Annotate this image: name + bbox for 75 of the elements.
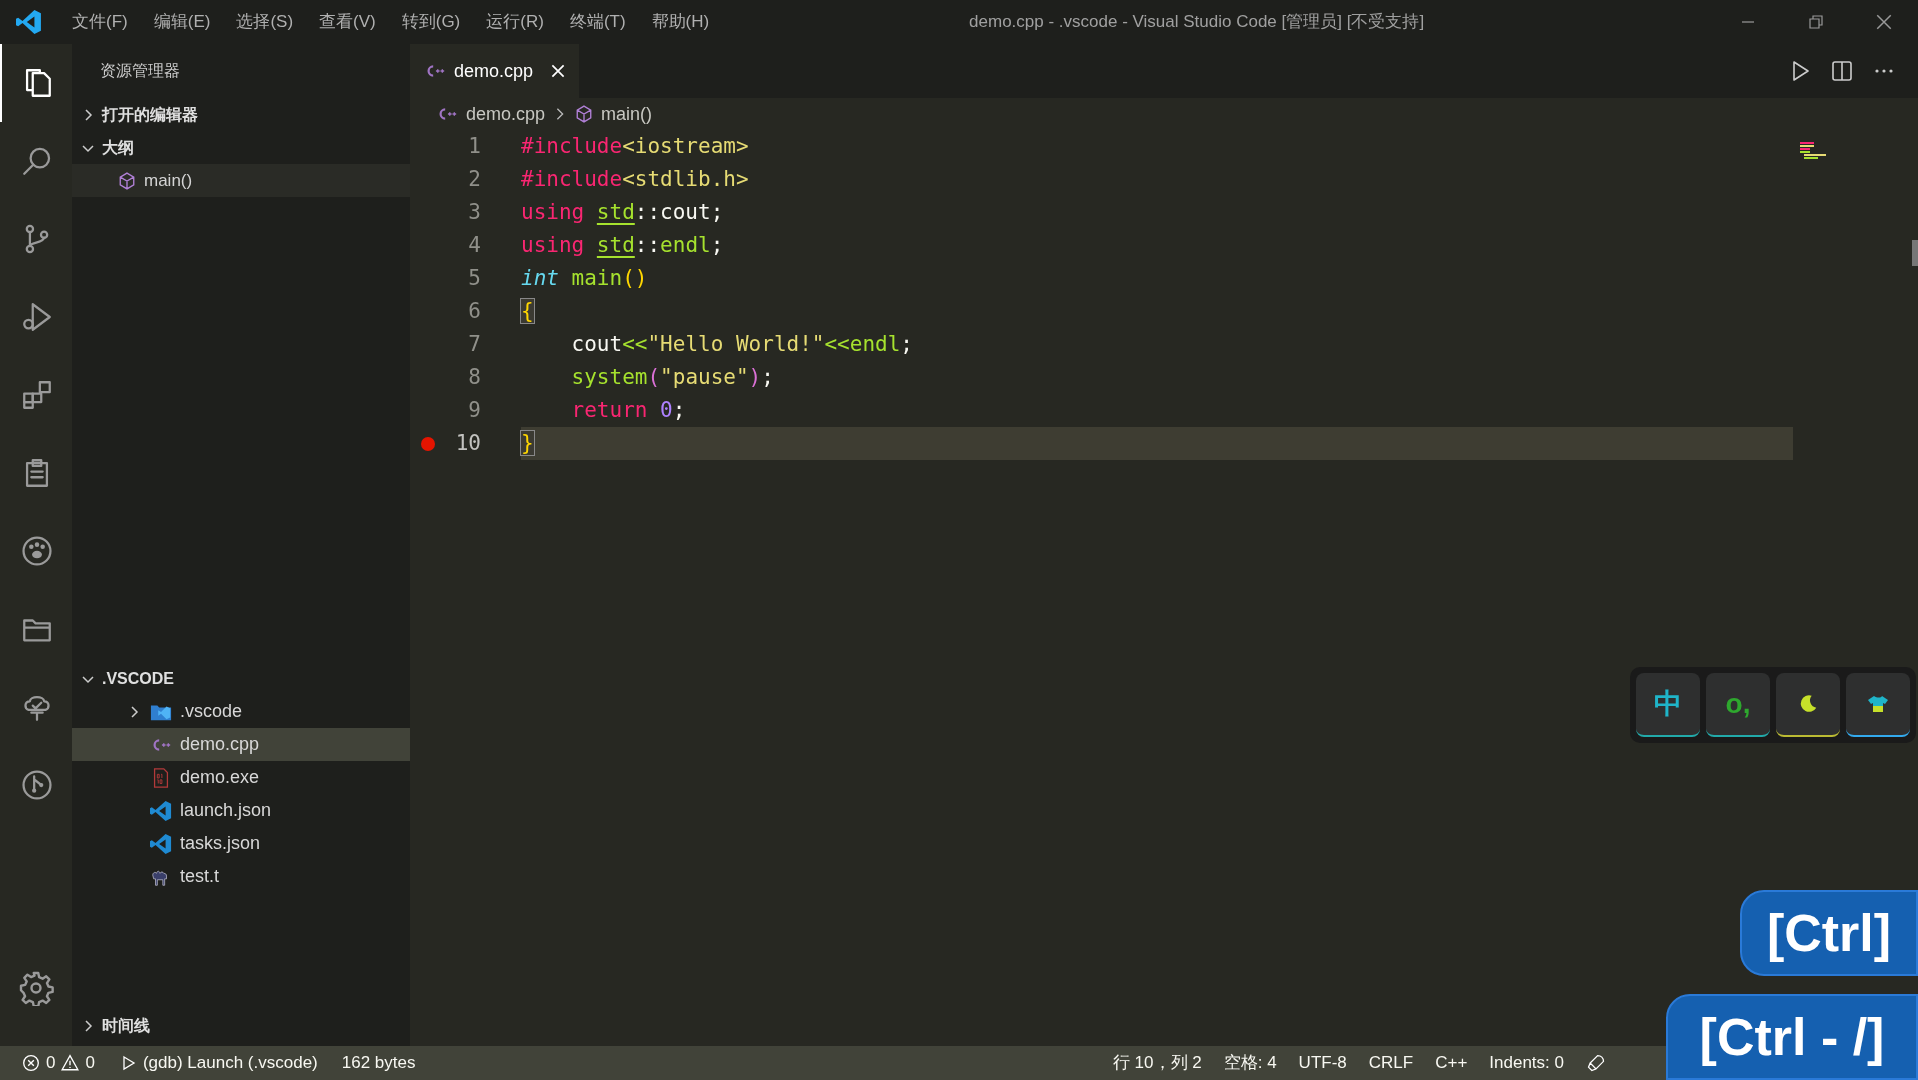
breadcrumb-item[interactable]: main() (573, 100, 655, 128)
file-item[interactable]: demo.exe (72, 761, 410, 794)
menu-item[interactable]: 编辑(E) (143, 7, 221, 37)
status-item[interactable]: C++ (1435, 1050, 1468, 1076)
code-line: #include<iostream> (521, 132, 749, 160)
menu-item[interactable]: 转到(G) (391, 7, 471, 37)
ime-key[interactable]: o, (1706, 673, 1770, 737)
code-line: #include<stdlib.h> (521, 165, 749, 193)
menu-item[interactable]: 选择(S) (226, 7, 304, 37)
breadcrumb-item[interactable]: demo.cpp (434, 100, 548, 128)
line-number: 3 (467, 198, 481, 226)
status-item[interactable]: UTF-8 (1298, 1050, 1347, 1076)
editor-tab[interactable]: demo.cpp (410, 44, 580, 98)
menu-item[interactable]: 查看(V) (309, 7, 386, 37)
ime-mode-button[interactable] (1776, 673, 1840, 737)
git-graph-icon (20, 768, 54, 802)
warning-icon (61, 1054, 80, 1072)
error-icon (22, 1054, 40, 1072)
file-size-label: 162 bytes (341, 1052, 416, 1075)
section-header[interactable]: .VSCODE (72, 662, 410, 695)
line-number: 9 (467, 396, 481, 424)
line-number: 2 (467, 165, 481, 193)
status-item[interactable]: 空格: 4 (1223, 1050, 1277, 1076)
play-icon (120, 1055, 137, 1071)
line-number: 7 (467, 330, 481, 358)
keystroke-overlay: [Ctrl - /] (1666, 994, 1918, 1080)
file-item[interactable]: demo.cpp (72, 728, 410, 761)
app-logo-icon (16, 9, 42, 35)
code-line: system("pause"); (570, 363, 774, 391)
keystroke-overlay: [Ctrl] (1740, 890, 1918, 976)
line-number: 5 (467, 264, 481, 292)
menu-item[interactable]: 终端(T) (559, 7, 636, 37)
code-line: return 0; (570, 396, 686, 424)
restore-icon (1808, 14, 1824, 30)
settings-icon[interactable] (18, 970, 54, 1006)
scrollbar-thumb[interactable] (1912, 240, 1918, 266)
line-number: 6 (467, 297, 481, 325)
extensions-icon (20, 378, 54, 412)
ime-skin-button[interactable] (1846, 673, 1910, 737)
line-number: 10 (454, 429, 481, 457)
code-line: int main() (521, 264, 648, 292)
line-number: 1 (467, 132, 481, 160)
file-item[interactable]: test.t (72, 860, 410, 893)
problems-indicator[interactable]: 0 0 (22, 1050, 95, 1076)
vscode-file-icon (150, 832, 172, 855)
cube-icon (575, 105, 594, 123)
menu-item[interactable]: 文件(F) (62, 7, 138, 37)
menu-item[interactable]: 运行(R) (476, 7, 554, 37)
minimize-icon (1740, 21, 1756, 23)
run-debug-icon (20, 300, 54, 334)
status-item[interactable]: 行 10，列 2 (1112, 1050, 1202, 1076)
line-number: 4 (467, 231, 481, 259)
section-header[interactable]: 打开的编辑器 (72, 98, 410, 131)
status-item[interactable]: Indents: 0 (1489, 1050, 1564, 1076)
paw-icon (20, 534, 54, 568)
outline-item[interactable]: main() (72, 164, 410, 197)
line-number: 8 (467, 363, 481, 391)
cube-icon (118, 171, 136, 190)
code-line: using std::endl; (521, 231, 724, 259)
ime-key[interactable]: 中 (1636, 673, 1700, 737)
code-line: cout<<"Hello World!"<<endl; (570, 330, 913, 358)
launch-config-button[interactable]: (gdb) Launch (.vscode) (120, 1050, 318, 1076)
sidebar-title: 资源管理器 (100, 61, 180, 81)
close-icon (1875, 13, 1893, 31)
file-item[interactable]: launch.json (72, 794, 410, 827)
section-header[interactable]: 时间线 (72, 1009, 410, 1042)
file-item[interactable]: .vscode (72, 695, 410, 728)
section-header[interactable]: 大纲 (72, 131, 410, 164)
menu-item[interactable]: 帮助(H) (641, 7, 720, 37)
vscode-file-icon (150, 799, 172, 822)
window-title: demo.cpp - .vscode - Visual Studio Code [管理员] [不受支持] (969, 11, 1425, 34)
file-item[interactable]: tasks.json (72, 827, 410, 860)
split-editor-icon[interactable] (1830, 59, 1854, 83)
status-item[interactable]: CRLF (1368, 1050, 1414, 1076)
code-line: using std::cout; (521, 198, 724, 226)
